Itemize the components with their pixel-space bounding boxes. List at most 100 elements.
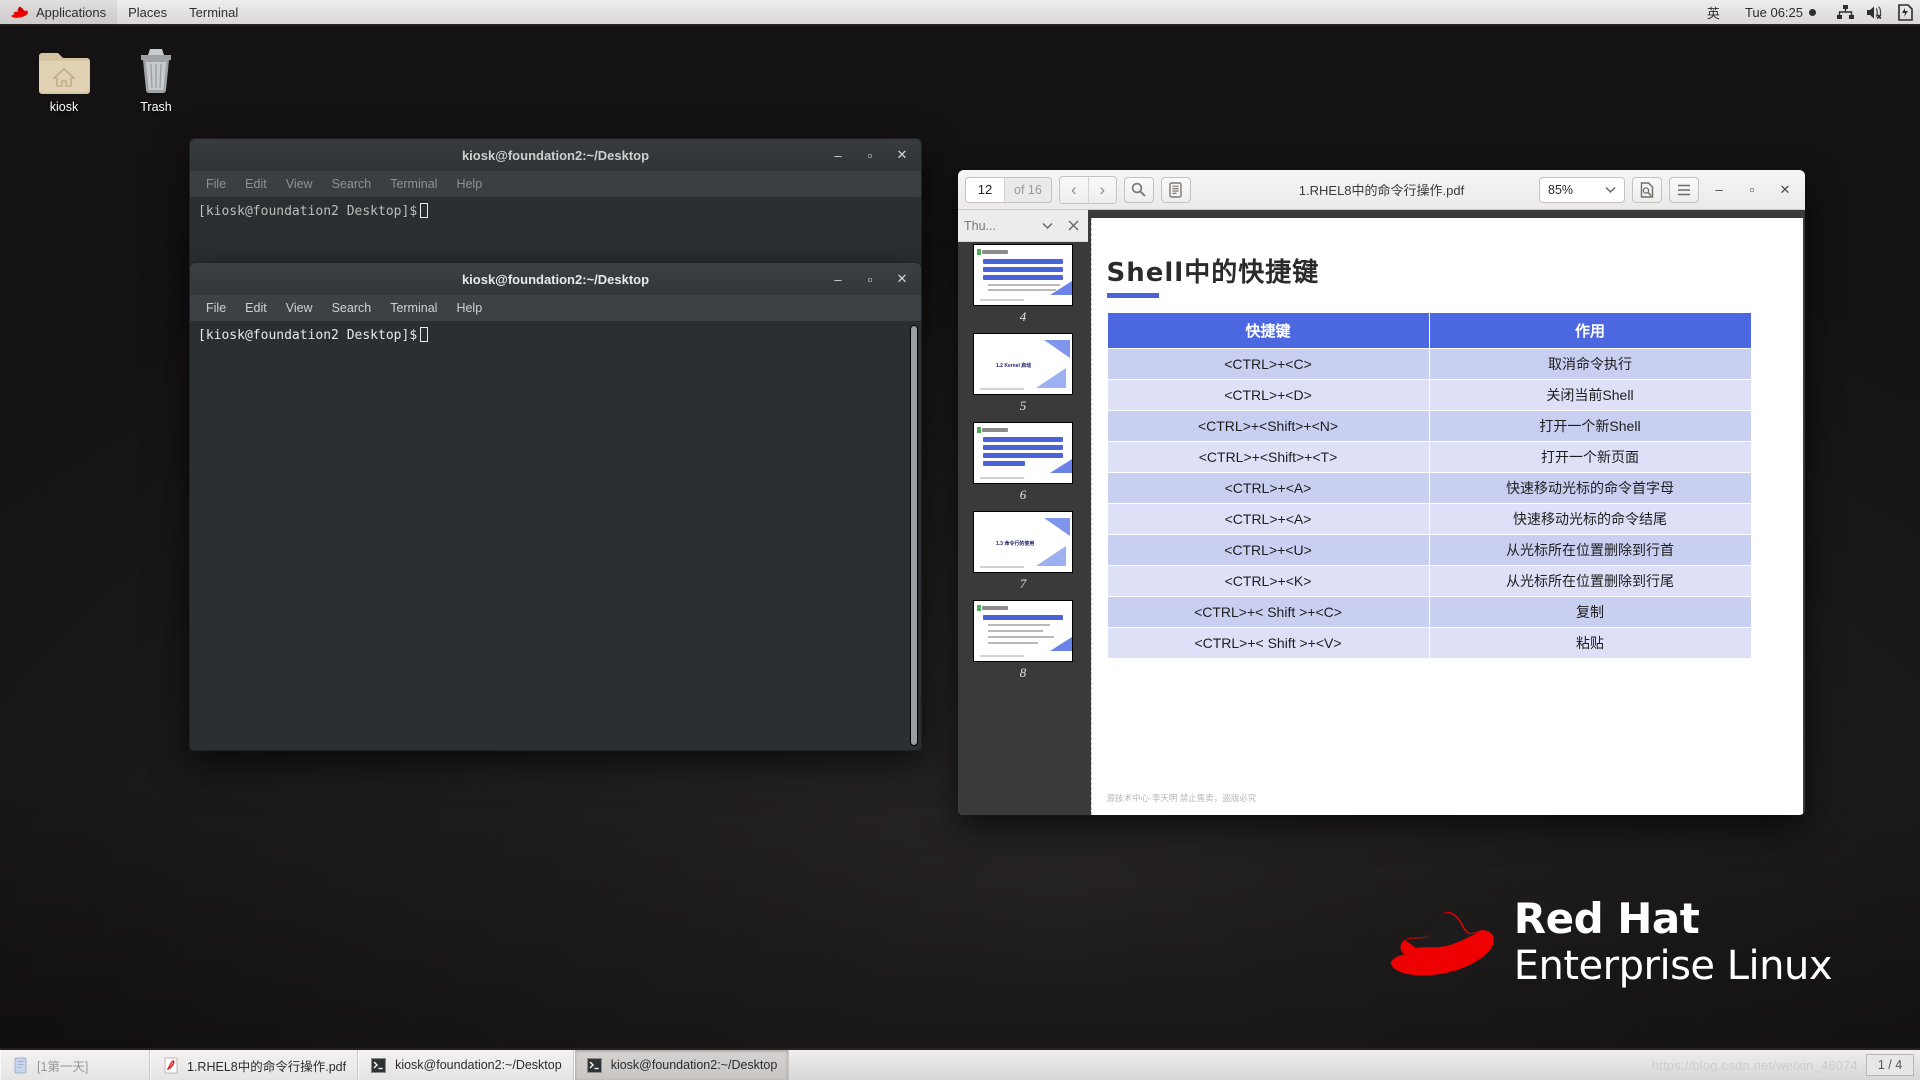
- table-cell-shortcut: <CTRL>+< Shift >+<V>: [1106, 627, 1430, 659]
- taskbar-item-2[interactable]: kiosk@foundation2:~/Desktop: [358, 1050, 574, 1080]
- terminal-1-menu-file[interactable]: File: [198, 174, 234, 194]
- trash-icon: [108, 38, 204, 94]
- terminal-1-menu-edit[interactable]: Edit: [237, 174, 275, 194]
- pdf-thumbnail-item[interactable]: 8: [958, 600, 1088, 681]
- terminal-window-1[interactable]: kiosk@foundation2:~/Desktop – ▫ ✕ File E…: [189, 138, 922, 277]
- network-tray-icon[interactable]: [1835, 2, 1855, 22]
- table-row: <CTRL>+<Shift>+<N> 打开一个新Shell: [1106, 410, 1752, 442]
- search-icon[interactable]: [1123, 176, 1154, 203]
- hamburger-menu-icon[interactable]: [1669, 176, 1699, 203]
- terminal-1-cursor: [420, 203, 429, 218]
- rhel-branding: Red Hat Enterprise Linux: [1386, 898, 1833, 987]
- pdf-viewer-window[interactable]: of 16 ‹ › 1.RHEL8中的命令行操作.pdf 85% – ▫: [958, 170, 1805, 815]
- pdf-thumbnail-image[interactable]: 1.3 命令行的使用: [973, 511, 1073, 573]
- places-menu[interactable]: Places: [117, 0, 178, 25]
- terminal-window-2[interactable]: kiosk@foundation2:~/Desktop – ▫ ✕ File E…: [189, 262, 922, 751]
- input-method-indicator[interactable]: 英: [1696, 0, 1731, 25]
- terminal-1-prompt: [kiosk@foundation2 Desktop]$: [198, 204, 418, 219]
- pdf-sidebar-close-icon[interactable]: [1064, 217, 1082, 235]
- page-left-edge: [1090, 218, 1093, 815]
- pdf-thumbnail-image[interactable]: [973, 244, 1073, 306]
- terminal-1-menu-terminal[interactable]: Terminal: [382, 174, 445, 194]
- terminal-1-minimize-button[interactable]: –: [829, 146, 847, 164]
- desktop-icon-kiosk-label: kiosk: [49, 100, 79, 114]
- applications-menu-label: Applications: [36, 4, 107, 20]
- pdf-close-button[interactable]: ✕: [1772, 177, 1798, 203]
- pdf-thumbnail-item[interactable]: 6: [958, 422, 1088, 503]
- table-cell-action: 关闭当前Shell: [1428, 379, 1752, 411]
- table-cell-shortcut: <CTRL>+<Shift>+<T>: [1106, 441, 1430, 473]
- zoom-level-select[interactable]: 85%: [1539, 176, 1625, 203]
- table-cell-shortcut: <CTRL>+<U>: [1106, 534, 1430, 566]
- pdf-thumbnail-item[interactable]: 1.2 Kernel 启动 5: [958, 333, 1088, 414]
- terminal-1-window-controls: – ▫ ✕: [829, 146, 921, 164]
- terminal-2-minimize-button[interactable]: –: [829, 270, 847, 288]
- terminal-1-menu-search[interactable]: Search: [324, 174, 380, 194]
- pdf-body: Thu... 4 1.2 Kernel 启动 5 6 1.3 命令行的使用 7 …: [958, 210, 1805, 815]
- terminal-2-menu-terminal[interactable]: Terminal: [382, 298, 445, 318]
- shortcuts-table: 快捷键 作用 <CTRL>+<C> 取消命令执行 <CTRL>+<D> 关闭当前She…: [1106, 312, 1752, 659]
- battery-tray-icon[interactable]: [1895, 2, 1915, 22]
- rhel-branding-text: Red Hat Enterprise Linux: [1514, 898, 1833, 987]
- taskbar-item-3-label: kiosk@foundation2:~/Desktop: [610, 1058, 778, 1072]
- table-cell-shortcut: <CTRL>+<C>: [1106, 348, 1430, 380]
- previous-page-button[interactable]: ‹: [1059, 176, 1088, 203]
- pdf-thumbnail-item[interactable]: 4: [958, 244, 1088, 325]
- terminal-1-menu-view[interactable]: View: [278, 174, 321, 194]
- terminal-1-close-button[interactable]: ✕: [893, 146, 911, 164]
- terminal-1-menu-help[interactable]: Help: [448, 174, 490, 194]
- sidebar-toggle-icon[interactable]: [1160, 176, 1191, 203]
- desktop-icon-trash-label: Trash: [140, 100, 172, 114]
- pdf-toolbar: of 16 ‹ › 1.RHEL8中的命令行操作.pdf 85% – ▫: [958, 170, 1805, 210]
- pdf-page[interactable]: Shell中的快捷键 快捷键 作用 <CTRL>+<C> 取消命令执行 <CTRL>…: [1090, 218, 1803, 815]
- terminal-menu-label: Terminal: [189, 4, 239, 20]
- table-cell-action: 打开一个新页面: [1428, 441, 1752, 473]
- desktop-icon-trash[interactable]: Trash: [108, 38, 204, 114]
- zoom-level-value: 85%: [1548, 182, 1574, 197]
- terminal-1-titlebar[interactable]: kiosk@foundation2:~/Desktop – ▫ ✕: [189, 138, 922, 171]
- terminal-2-menu-file[interactable]: File: [198, 298, 234, 318]
- chevron-down-icon[interactable]: [1038, 217, 1056, 235]
- table-header-action: 作用: [1428, 312, 1752, 349]
- print-preview-icon[interactable]: [1632, 176, 1662, 203]
- page-navigator[interactable]: of 16: [965, 176, 1052, 203]
- terminal-2-menubar: File Edit View Search Terminal Help: [189, 295, 922, 321]
- input-method-label: 英: [1706, 5, 1720, 21]
- pdf-maximize-button[interactable]: ▫: [1739, 177, 1765, 203]
- pdf-thumbnail-list[interactable]: 4 1.2 Kernel 启动 5 6 1.3 命令行的使用 7 8: [958, 242, 1088, 815]
- terminal-2-body[interactable]: [kiosk@foundation2 Desktop]$: [189, 321, 922, 751]
- terminal-2-menu-view[interactable]: View: [278, 298, 321, 318]
- next-page-button[interactable]: ›: [1087, 176, 1116, 203]
- terminal-2-menu-help[interactable]: Help: [448, 298, 490, 318]
- document-icon: [12, 1056, 29, 1075]
- pdf-icon: [162, 1056, 179, 1075]
- applications-menu[interactable]: Applications: [0, 0, 118, 25]
- terminal-2-maximize-button[interactable]: ▫: [861, 270, 879, 288]
- page-number-input[interactable]: [966, 177, 1004, 202]
- desktop-icon-kiosk[interactable]: kiosk: [16, 38, 112, 114]
- terminal-2-scrollbar-thumb[interactable]: [910, 325, 918, 746]
- pdf-minimize-button[interactable]: –: [1706, 177, 1732, 203]
- terminal-2-titlebar[interactable]: kiosk@foundation2:~/Desktop – ▫ ✕: [189, 262, 922, 295]
- pdf-thumbnail-item[interactable]: 1.3 命令行的使用 7: [958, 511, 1088, 592]
- terminal-2-menu-edit[interactable]: Edit: [237, 298, 275, 318]
- taskbar-item-1[interactable]: 1.RHEL8中的命令行操作.pdf: [150, 1050, 359, 1080]
- terminal-2-close-button[interactable]: ✕: [893, 270, 911, 288]
- terminal-2-scrollbar[interactable]: [910, 325, 918, 746]
- workspace-indicator[interactable]: 1 / 4: [1866, 1054, 1914, 1076]
- pdf-sidebar: Thu... 4 1.2 Kernel 启动 5 6 1.3 命令行的使用 7 …: [958, 210, 1088, 815]
- volume-tray-icon[interactable]: [1865, 2, 1885, 22]
- pdf-thumbnail-image[interactable]: 1.2 Kernel 启动: [973, 333, 1073, 395]
- pdf-thumbnail-image[interactable]: [973, 422, 1073, 484]
- taskbar-item-0[interactable]: [1第一天]: [0, 1050, 150, 1080]
- table-row: <CTRL>+< Shift >+<C> 复制: [1106, 596, 1752, 628]
- terminal-2-menu-search[interactable]: Search: [324, 298, 380, 318]
- clock[interactable]: Tue 06:25: [1731, 5, 1830, 20]
- table-cell-action: 从光标所在位置删除到行尾: [1428, 565, 1752, 597]
- pdf-thumbnail-image[interactable]: [973, 600, 1073, 662]
- terminal-menu[interactable]: Terminal: [178, 0, 249, 25]
- terminal-1-maximize-button[interactable]: ▫: [861, 146, 879, 164]
- pdf-page-area[interactable]: Shell中的快捷键 快捷键 作用 <CTRL>+<C> 取消命令执行 <CTRL>…: [1088, 210, 1805, 815]
- taskbar-item-3[interactable]: kiosk@foundation2:~/Desktop: [573, 1050, 790, 1080]
- table-header-row: 快捷键 作用: [1106, 312, 1752, 349]
